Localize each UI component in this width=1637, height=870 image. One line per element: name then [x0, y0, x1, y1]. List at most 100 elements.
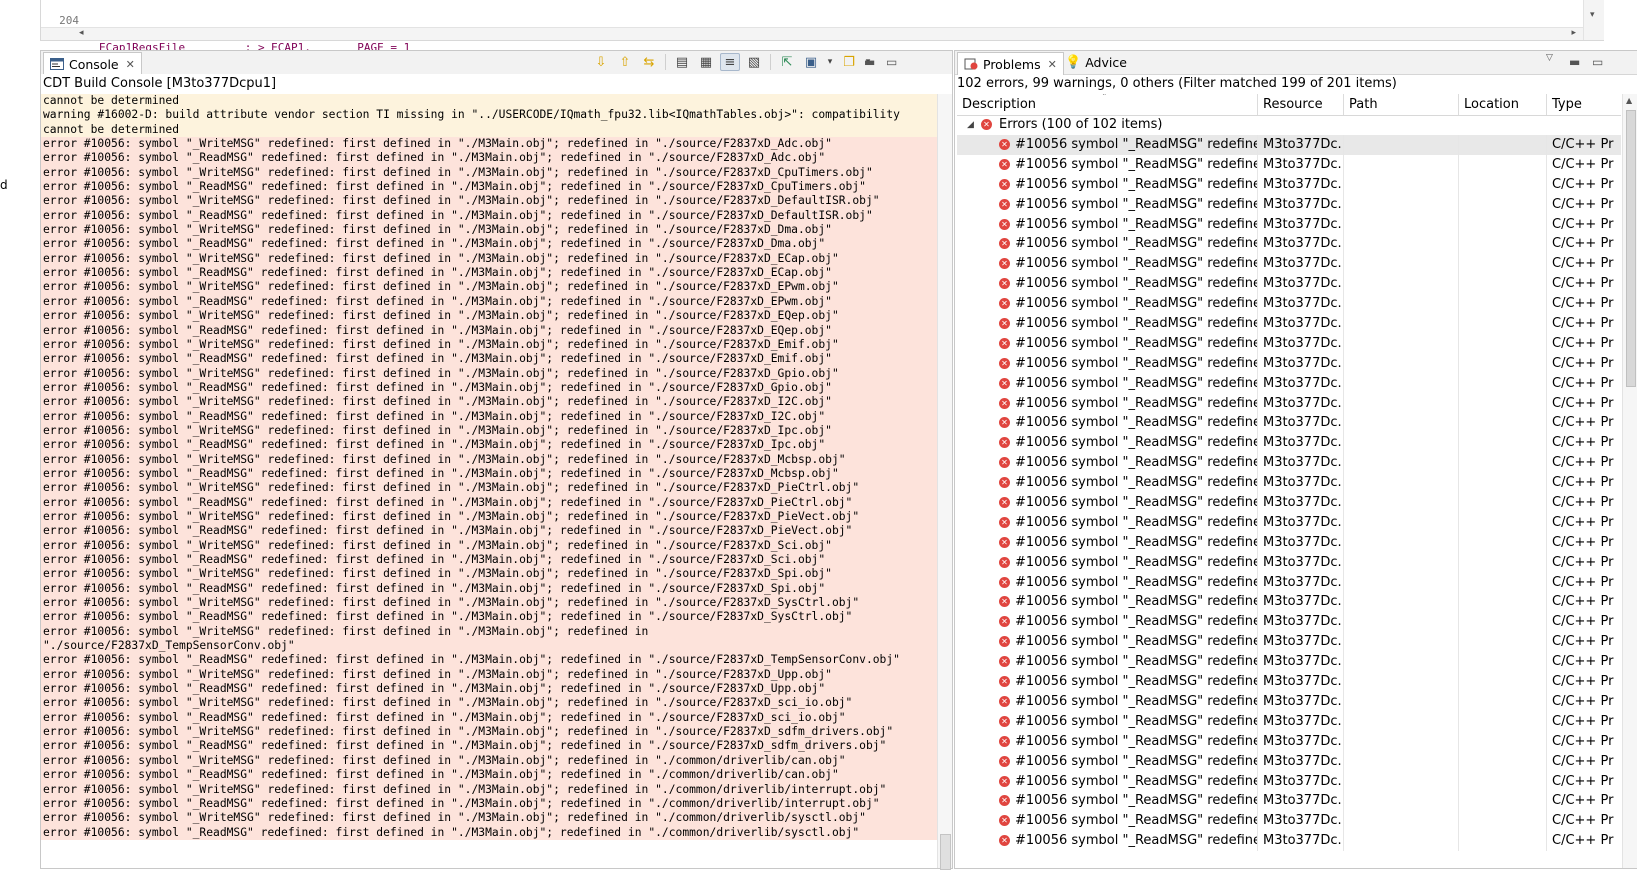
new-console-icon[interactable]: ❐	[839, 53, 859, 71]
console-line: "./source/F2837xD_TempSensorConv.obj"	[41, 639, 937, 654]
column-header-path[interactable]: Path	[1344, 94, 1459, 115]
collapse-triangle-icon[interactable]: ◢	[967, 115, 974, 135]
close-icon[interactable]: ✕	[126, 58, 135, 71]
problems-scrollbar[interactable]: ▲	[1622, 94, 1637, 868]
console-scrollbar[interactable]	[937, 94, 952, 870]
problem-row[interactable]: ✕ #10056 symbol "_ReadMSG" redefined: M3to…	[957, 731, 1621, 752]
scroll-up-icon[interactable]: ⇧	[615, 53, 635, 71]
problem-row[interactable]: ✕ #10056 symbol "_ReadMSG" redefined: M3to…	[957, 552, 1621, 573]
console-line: error #10056: symbol "_WriteMSG" redefin…	[41, 223, 937, 238]
maximize-icon[interactable]: ▭	[886, 55, 897, 69]
cell-description: ✕ #10056 symbol "_ReadMSG" redefined:	[957, 453, 1258, 474]
console-output[interactable]: cannot be determined warning #16002-D: bu…	[41, 94, 937, 868]
problems-summary: 102 errors, 99 warnings, 0 others (Filte…	[957, 76, 1397, 91]
problem-row[interactable]: ✕ #10056 symbol "_ReadMSG" redefined: M3to…	[957, 771, 1621, 792]
problem-row[interactable]: ✕ #10056 symbol "_ReadMSG" redefined: M3to…	[957, 194, 1621, 215]
cell-path	[1344, 552, 1459, 573]
problem-row[interactable]: ✕ #10056 symbol "_ReadMSG" redefined: M3to…	[957, 512, 1621, 533]
problem-row[interactable]: ✕ #10056 symbol "_ReadMSG" redefined: M3to…	[957, 652, 1621, 673]
problem-row[interactable]: ✕ #10056 symbol "_ReadMSG" redefined: M3to…	[957, 135, 1621, 155]
tab-problems[interactable]: Problems ✕	[957, 52, 1064, 75]
problem-row[interactable]: ✕ #10056 symbol "_ReadMSG" redefined: M3to…	[957, 254, 1621, 275]
problem-row[interactable]: ✕ #10056 symbol "_ReadMSG" redefined: M3to…	[957, 751, 1621, 772]
problem-row[interactable]: ✕ #10056 symbol "_ReadMSG" redefined: M3to…	[957, 433, 1621, 454]
cell-description-text: #10056 symbol "_ReadMSG" redefined:	[1015, 713, 1258, 729]
column-header-location[interactable]: Location	[1459, 94, 1547, 115]
link-icon[interactable]: ⇆	[639, 53, 659, 71]
scroll-lock-icon[interactable]: ≡	[720, 53, 740, 71]
problem-row[interactable]: ✕ #10056 symbol "_ReadMSG" redefined: M3to…	[957, 234, 1621, 255]
cell-type-text: C/C++ Pr	[1552, 395, 1614, 411]
column-header-description[interactable]: Description ˄	[957, 94, 1258, 115]
cell-description: ✕ #10056 symbol "_ReadMSG" redefined:	[957, 811, 1258, 832]
tab-advice[interactable]: 💡 Advice	[1065, 55, 1127, 70]
problem-row[interactable]: ✕ #10056 symbol "_ReadMSG" redefined: M3to…	[957, 393, 1621, 414]
scroll-down-arrow-icon[interactable]: ▾	[1590, 10, 1595, 20]
problem-row[interactable]: ✕ #10056 symbol "_ReadMSG" redefined: M3to…	[957, 592, 1621, 613]
scroll-down-icon[interactable]: ⇩	[591, 53, 611, 71]
scroll-right-icon[interactable]: ▸	[1571, 28, 1576, 38]
editor-horizontal-scrollbar[interactable]: ◂ ▸	[41, 27, 1584, 40]
cell-description: ✕ #10056 symbol "_ReadMSG" redefined:	[957, 512, 1258, 533]
problem-row[interactable]: ✕ #10056 symbol "_ReadMSG" redefined: M3to…	[957, 632, 1621, 653]
cell-resource: M3to377Dc...	[1258, 652, 1344, 673]
problem-row[interactable]: ✕ #10056 symbol "_ReadMSG" redefined: M3to…	[957, 154, 1621, 175]
tab-advice-label: Advice	[1085, 55, 1127, 70]
problem-row[interactable]: ✕ #10056 symbol "_ReadMSG" redefined: M3to…	[957, 691, 1621, 712]
cell-location	[1459, 612, 1547, 633]
pin-console-icon[interactable]: ⇱	[777, 53, 797, 71]
problem-row[interactable]: ✕ #10056 symbol "_ReadMSG" redefined: M3to…	[957, 711, 1621, 732]
problem-row[interactable]: ✕ #10056 symbol "_ReadMSG" redefined: M3to…	[957, 672, 1621, 692]
console-line: error #10056: symbol "_WriteMSG" redefin…	[41, 395, 937, 410]
scrollbar-thumb[interactable]	[940, 834, 951, 870]
cell-type: C/C++ Pr	[1547, 513, 1621, 533]
copy-icon[interactable]: ▦	[696, 53, 716, 71]
view-menu-icon[interactable]: ▽	[1546, 53, 1553, 63]
tab-console[interactable]: Console ✕	[43, 52, 142, 75]
scroll-left-icon[interactable]: ◂	[79, 28, 84, 38]
problem-row[interactable]: ✕ #10056 symbol "_ReadMSG" redefined: M3to…	[957, 333, 1621, 354]
error-group[interactable]: ◢ ✕ Errors (100 of 102 items)	[957, 115, 1621, 135]
cell-description-text: #10056 symbol "_ReadMSG" redefined:	[1015, 375, 1258, 391]
problem-row[interactable]: ✕ #10056 symbol "_ReadMSG" redefined: M3to…	[957, 214, 1621, 235]
scroll-up-arrow-icon[interactable]: ▲	[1626, 96, 1632, 105]
close-icon[interactable]: ✕	[1048, 58, 1057, 71]
scrollbar-thumb[interactable]	[1626, 110, 1636, 387]
maximize-icon[interactable]: ▭	[1592, 55, 1603, 69]
problem-row[interactable]: ✕ #10056 symbol "_ReadMSG" redefined: M3to…	[957, 413, 1621, 434]
problem-row[interactable]: ✕ #10056 symbol "_ReadMSG" redefined: M3to…	[957, 453, 1621, 474]
problem-row[interactable]: ✕ #10056 symbol "_ReadMSG" redefined: M3to…	[957, 373, 1621, 394]
word-wrap-icon[interactable]: ▧	[744, 53, 764, 71]
chevron-down-icon[interactable]: ▾	[825, 53, 835, 71]
problem-row[interactable]: ✕ #10056 symbol "_ReadMSG" redefined: M3to…	[957, 532, 1621, 553]
problems-table[interactable]: Description ˄ Resource Path Location Typ…	[957, 94, 1621, 868]
problem-row[interactable]: ✕ #10056 symbol "_ReadMSG" redefined: M3to…	[957, 473, 1621, 494]
editor-vertical-scrollbar[interactable]: ▾	[1583, 0, 1604, 40]
cell-description-text: #10056 symbol "_ReadMSG" redefined:	[1015, 495, 1258, 511]
clear-console-icon[interactable]: ▤	[672, 53, 692, 71]
problem-row[interactable]: ✕ #10056 symbol "_ReadMSG" redefined: M3to…	[957, 791, 1621, 812]
console-line: error #10056: symbol "_WriteMSG" redefin…	[41, 753, 937, 769]
problem-row[interactable]: ✕ #10056 symbol "_ReadMSG" redefined: M3to…	[957, 612, 1621, 633]
problem-row[interactable]: ✕ #10056 symbol "_ReadMSG" redefined: M3to…	[957, 174, 1621, 195]
problem-row[interactable]: ✕ #10056 symbol "_ReadMSG" redefined: M3to…	[957, 811, 1621, 832]
minimize-icon[interactable]: ▬	[1569, 55, 1580, 69]
column-header-resource[interactable]: Resource	[1258, 94, 1344, 115]
cell-path	[1344, 691, 1459, 712]
cell-type: C/C++ Pr	[1547, 632, 1621, 652]
problem-row[interactable]: ✕ #10056 symbol "_ReadMSG" redefined: M3to…	[957, 831, 1621, 852]
problem-row[interactable]: ✕ #10056 symbol "_ReadMSG" redefined: M3to…	[957, 353, 1621, 374]
code-editor[interactable]: 204 205 ECap1RegsFile : > ECAP1, PAGE = …	[40, 0, 1604, 54]
minimize-icon[interactable]: ▬	[864, 55, 875, 69]
cell-type-text: C/C++ Pr	[1552, 674, 1614, 690]
problem-row[interactable]: ✕ #10056 symbol "_ReadMSG" redefined: M3to…	[957, 493, 1621, 513]
problem-row[interactable]: ✕ #10056 symbol "_ReadMSG" redefined: M3to…	[957, 294, 1621, 315]
problem-row[interactable]: ✕ #10056 symbol "_ReadMSG" redefined: M3to…	[957, 274, 1621, 295]
display-console-icon[interactable]: ▣	[801, 53, 821, 71]
console-line: error #10056: symbol "_ReadMSG" redefine…	[41, 653, 937, 668]
cell-resource-text: M3to377Dc...	[1263, 176, 1344, 192]
problem-row[interactable]: ✕ #10056 symbol "_ReadMSG" redefined: M3to…	[957, 314, 1621, 334]
console-line: error #10056: symbol "_ReadMSG" redefine…	[41, 710, 937, 726]
column-header-type[interactable]: Type	[1547, 94, 1621, 115]
problem-row[interactable]: ✕ #10056 symbol "_ReadMSG" redefined: M3to…	[957, 572, 1621, 593]
